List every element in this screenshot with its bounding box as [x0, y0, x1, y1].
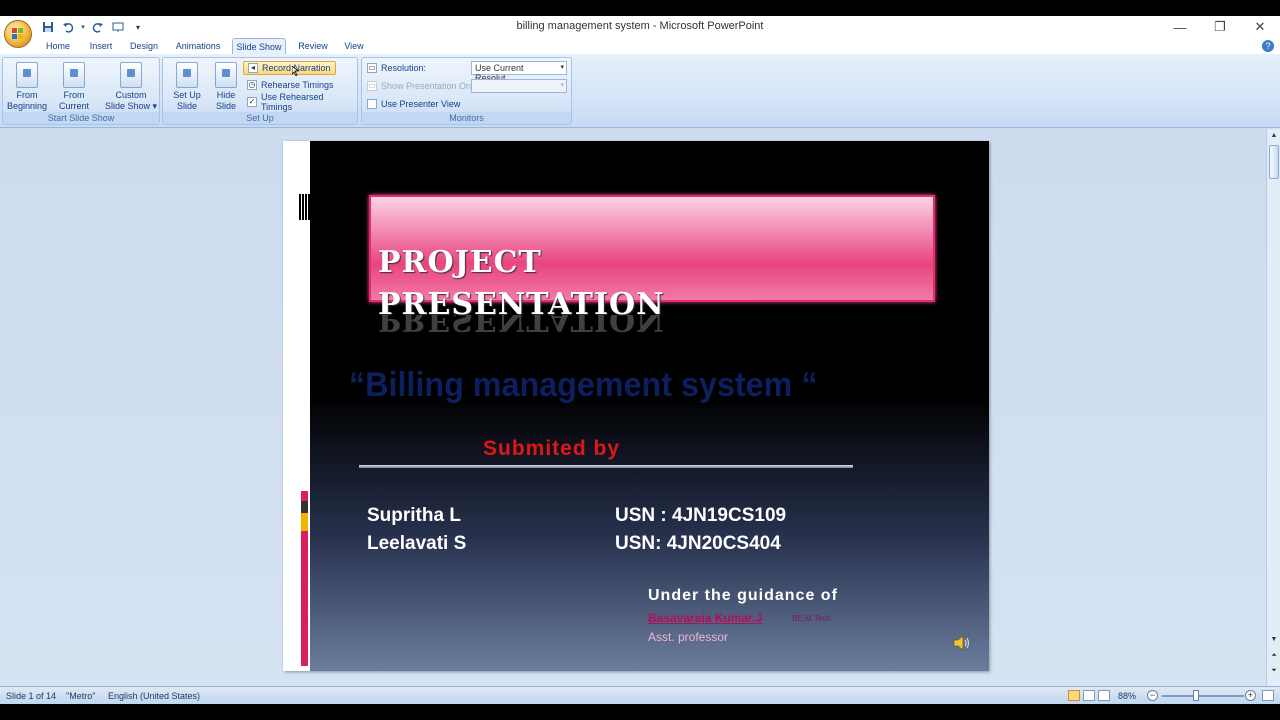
powerpoint-window: ▾ ▾ billing management system - Microsof…	[0, 16, 1280, 704]
from-current-label-1: From	[63, 90, 85, 100]
minimize-button[interactable]: —	[1160, 16, 1200, 38]
slide-show-view-icon[interactable]	[1098, 690, 1110, 701]
record-narration-button[interactable]: ◂ Record Narration	[243, 61, 336, 76]
start-slide-show-group: From Beginning From Current Slide Custom…	[2, 57, 160, 125]
setup-show-label-1: Set Up	[173, 90, 201, 100]
set-up-group-label: Set Up	[163, 112, 357, 124]
custom-slide-show-button[interactable]: Custom Slide Show ▾	[103, 62, 159, 112]
slide-title-line-1[interactable]: PROJECT	[378, 245, 542, 280]
previous-slide-icon[interactable]: ⏶	[1267, 650, 1280, 662]
vertical-scrollbar[interactable]: ▲ ▼ ⏶ ⏷	[1266, 129, 1280, 686]
member-name[interactable]: Leelavati S	[367, 533, 466, 555]
setup-show-icon	[176, 62, 198, 88]
theme-name: "Metro"	[66, 691, 96, 701]
submitted-by-heading[interactable]: Submited by	[483, 437, 620, 461]
next-slide-icon[interactable]: ⏷	[1267, 665, 1280, 677]
set-up-group: Set Up Slide Show Hide Slide ◂ Record Na…	[162, 57, 358, 125]
zoom-slider-handle[interactable]	[1193, 690, 1199, 701]
restore-button[interactable]: ❐	[1200, 16, 1240, 38]
from-beginning-button[interactable]: From Beginning	[7, 62, 47, 112]
slideshow-start-icon	[16, 62, 38, 88]
slide-canvas[interactable]: PROJECT PRESENTATION PRESENTATION “Billi…	[283, 141, 989, 671]
member-usn[interactable]: USN: 4JN20CS404	[615, 533, 781, 555]
from-beginning-label-1: From	[16, 90, 38, 100]
resolution-label: Resolution:	[381, 63, 427, 73]
hide-slide-icon	[215, 62, 237, 88]
stopwatch-icon: ◷	[247, 80, 257, 90]
monitor-icon: ▭	[367, 63, 377, 73]
chevron-down-icon: ▾	[560, 82, 564, 89]
zoom-level[interactable]: 88%	[1118, 691, 1136, 701]
slideshow-current-icon	[63, 62, 85, 88]
microphone-icon: ◂	[248, 63, 258, 73]
show-presentation-on-row: ▭ Show Presentation On:	[367, 79, 474, 93]
rehearse-timings-label: Rehearse Timings	[261, 80, 334, 90]
guide-qualifications[interactable]: BE,M.Tech	[792, 614, 831, 623]
chevron-down-icon: ▾	[560, 64, 564, 71]
show-presentation-on-dropdown[interactable]: ▾	[471, 79, 567, 93]
speaker-icon[interactable]	[953, 635, 971, 651]
from-beginning-label-2: Beginning	[7, 101, 48, 111]
monitors-group: ▭ Resolution: Use Current Resolut... ▾ ▭…	[361, 57, 572, 125]
zoom-slider[interactable]	[1162, 695, 1244, 697]
fit-to-window-icon[interactable]	[1262, 690, 1274, 701]
left-accent-strip	[301, 491, 308, 666]
use-presenter-view-label: Use Presenter View	[381, 99, 461, 109]
scroll-up-icon[interactable]: ▲	[1267, 130, 1280, 142]
guide-designation[interactable]: Asst. professor	[648, 630, 728, 644]
use-rehearsed-timings-checkbox[interactable]: ✓ Use Rehearsed Timings	[247, 92, 357, 112]
custom-show-label-1: Custom	[115, 90, 147, 100]
office-logo-icon	[12, 28, 24, 40]
mouse-cursor-icon	[292, 66, 300, 76]
show-presentation-on-label: Show Presentation On:	[381, 81, 474, 91]
close-button[interactable]: ✕	[1240, 16, 1280, 38]
slide-subtitle[interactable]: “Billing management system “	[349, 366, 817, 405]
status-bar: Slide 1 of 14 "Metro" English (United St…	[0, 686, 1280, 704]
slide-divider-line	[359, 465, 853, 468]
monitors-group-label: Monitors	[362, 112, 571, 124]
use-presenter-view-checkbox[interactable]: Use Presenter View	[367, 97, 460, 111]
hide-slide-label-2: Slide	[215, 101, 236, 111]
guidance-label[interactable]: Under the guidance of	[648, 587, 838, 605]
member-name[interactable]: Supritha L	[367, 505, 461, 527]
office-button[interactable]	[4, 20, 32, 48]
resolution-dropdown[interactable]: Use Current Resolut... ▾	[471, 61, 567, 83]
title-bar: ▾ ▾ billing management system - Microsof…	[0, 16, 1280, 38]
use-rehearsed-timings-label: Use Rehearsed Timings	[261, 92, 324, 112]
checkbox-checked-icon: ✓	[247, 97, 257, 107]
hide-slide-label-1: Hide	[216, 90, 236, 100]
window-title: billing management system - Microsoft Po…	[516, 20, 764, 32]
zoom-in-icon[interactable]: +	[1245, 690, 1256, 701]
slide-title-reflection: PRESENTATION	[378, 315, 665, 337]
member-usn[interactable]: USN : 4JN19CS109	[615, 505, 786, 527]
guide-name[interactable]: Basavaraja Kumar.J	[648, 611, 762, 625]
custom-show-label-2: Slide Show ▾	[104, 101, 158, 111]
resolution-label-row: ▭ Resolution:	[367, 61, 426, 75]
normal-view-icon[interactable]	[1068, 690, 1080, 701]
ribbon-tabs: Home Insert Design Animations Slide Show…	[0, 38, 1280, 56]
slide-sorter-view-icon[interactable]	[1083, 690, 1095, 701]
zoom-out-icon[interactable]: −	[1147, 690, 1158, 701]
scrollbar-thumb[interactable]	[1269, 145, 1279, 179]
rehearse-timings-button[interactable]: ◷ Rehearse Timings	[247, 78, 334, 92]
custom-show-icon	[120, 62, 142, 88]
slide-counter: Slide 1 of 14	[6, 691, 57, 701]
language-indicator[interactable]: English (United States)	[108, 691, 200, 701]
checkbox-unchecked-icon	[367, 99, 377, 109]
help-icon[interactable]: ?	[1262, 40, 1274, 52]
hide-slide-button[interactable]: Hide Slide	[211, 62, 241, 112]
ribbon: From Beginning From Current Slide Custom…	[0, 54, 1280, 128]
scroll-down-icon[interactable]: ▼	[1267, 634, 1280, 646]
start-slide-show-group-label: Start Slide Show	[3, 112, 159, 124]
projector-icon: ▭	[367, 81, 377, 91]
